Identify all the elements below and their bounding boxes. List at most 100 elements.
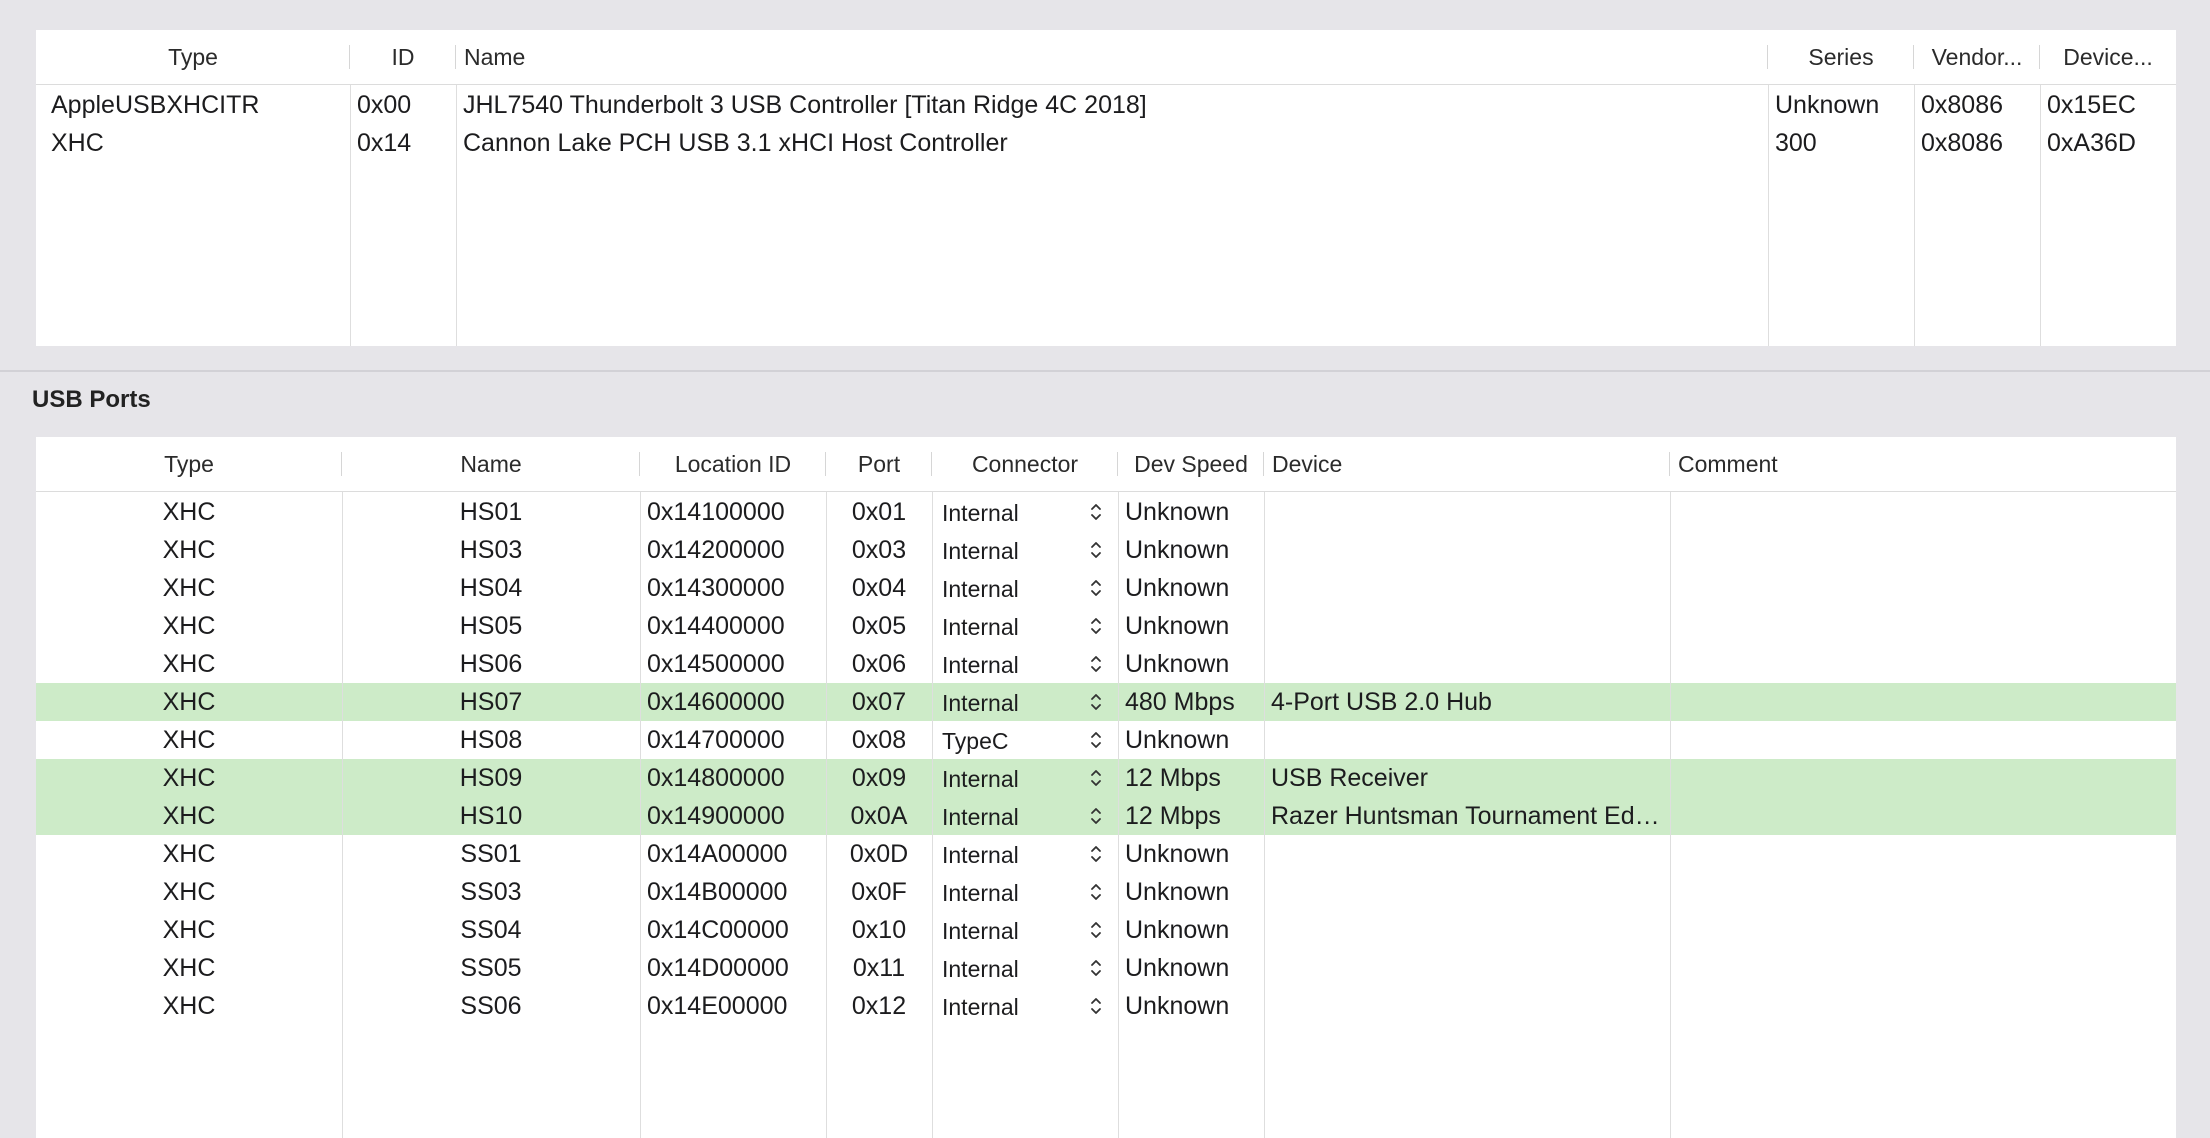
cell-series: 300 bbox=[1775, 129, 1817, 157]
column-header-series[interactable]: Series bbox=[1768, 30, 1914, 84]
cell-comment[interactable] bbox=[1670, 797, 2176, 835]
table-row[interactable]: AppleUSBXHCITR 0x00 JHL7540 Thunderbolt … bbox=[36, 86, 2176, 124]
connector-popup[interactable]: Internal bbox=[932, 949, 1118, 987]
table-row[interactable]: XHC 0x14 Cannon Lake PCH USB 3.1 xHCI Ho… bbox=[36, 124, 2176, 162]
cell-name: HS08 bbox=[459, 726, 523, 754]
connector-popup[interactable]: Internal bbox=[932, 759, 1118, 797]
connector-value: Internal bbox=[942, 652, 1019, 678]
connector-popup[interactable]: Internal bbox=[932, 569, 1118, 607]
cell-dev-speed: Unknown bbox=[1125, 878, 1230, 906]
cell-location-id: 0x14400000 bbox=[647, 612, 785, 640]
connector-value: Internal bbox=[942, 842, 1019, 868]
column-header-vendor[interactable]: Vendor... bbox=[1914, 30, 2040, 84]
column-header-port[interactable]: Port bbox=[826, 437, 932, 491]
cell-location-id: 0x14B00000 bbox=[647, 878, 788, 906]
connector-value: Internal bbox=[942, 766, 1019, 792]
cell-comment[interactable] bbox=[1670, 493, 2176, 531]
connector-popup[interactable]: Internal bbox=[932, 645, 1118, 683]
cell-comment[interactable] bbox=[1670, 759, 2176, 797]
column-header-type[interactable]: Type bbox=[36, 30, 350, 84]
column-header-device[interactable]: Device... bbox=[2040, 30, 2176, 84]
connector-popup[interactable]: Internal bbox=[932, 873, 1118, 911]
column-header-id[interactable]: ID bbox=[350, 30, 456, 84]
cell-comment[interactable] bbox=[1670, 911, 2176, 949]
cell-location-id: 0x14200000 bbox=[647, 536, 785, 564]
column-header-connector[interactable]: Connector bbox=[932, 437, 1118, 491]
connector-popup[interactable]: Internal bbox=[932, 797, 1118, 835]
table-row[interactable]: XHC SS06 0x14E00000 0x12 Unknown Internal bbox=[36, 987, 2176, 1025]
table-row[interactable]: XHC HS06 0x14500000 0x06 Unknown Internal bbox=[36, 645, 2176, 683]
table-row[interactable]: XHC HS05 0x14400000 0x05 Unknown Internal bbox=[36, 607, 2176, 645]
cell-port: 0x11 bbox=[852, 954, 906, 982]
cell-name: SS04 bbox=[460, 916, 522, 944]
cell-type: XHC bbox=[162, 536, 216, 564]
connector-popup[interactable]: Internal bbox=[932, 911, 1118, 949]
cell-type: AppleUSBXHCITR bbox=[51, 91, 260, 119]
column-divider bbox=[826, 492, 827, 1138]
table-row[interactable]: XHC SS05 0x14D00000 0x11 Unknown Internal bbox=[36, 949, 2176, 987]
table-row[interactable]: XHC HS03 0x14200000 0x03 Unknown Internal bbox=[36, 531, 2176, 569]
column-header-name[interactable]: Name bbox=[342, 437, 640, 491]
cell-comment[interactable] bbox=[1670, 569, 2176, 607]
cell-type: XHC bbox=[162, 688, 216, 716]
table-row[interactable]: XHC HS01 0x14100000 0x01 Unknown Internal bbox=[36, 493, 2176, 531]
column-header-type[interactable]: Type bbox=[36, 437, 342, 491]
cell-type: XHC bbox=[162, 840, 216, 868]
column-header-comment[interactable]: Comment bbox=[1670, 437, 2176, 491]
usb-ports-table-header: Type Name Location ID Port Connector Dev… bbox=[36, 437, 2176, 492]
cell-comment[interactable] bbox=[1670, 531, 2176, 569]
cell-comment[interactable] bbox=[1670, 873, 2176, 911]
table-row[interactable]: XHC HS10 0x14900000 0x0A 12 Mbps Razer Huntsm… bbox=[36, 797, 2176, 835]
column-header-location-id[interactable]: Location ID bbox=[640, 437, 826, 491]
cell-location-id: 0x14500000 bbox=[647, 650, 785, 678]
chevron-up-down-icon bbox=[1091, 504, 1101, 520]
cell-device: 0xA36D bbox=[2047, 129, 2136, 157]
table-row[interactable]: XHC HS07 0x14600000 0x07 480 Mbps 4-Port USB … bbox=[36, 683, 2176, 721]
connector-popup[interactable]: Internal bbox=[932, 683, 1118, 721]
cell-name: SS06 bbox=[460, 992, 522, 1020]
chevron-up-down-icon bbox=[1091, 960, 1101, 976]
connector-value: Internal bbox=[942, 804, 1019, 830]
connector-value: Internal bbox=[942, 956, 1019, 982]
controllers-table[interactable]: Type ID Name Series Vendor... Device... … bbox=[36, 30, 2176, 346]
cell-device: Razer Huntsman Tournament Edi… bbox=[1271, 802, 1666, 830]
cell-device bbox=[1264, 987, 1670, 1025]
connector-popup[interactable]: Internal bbox=[932, 531, 1118, 569]
column-header-name[interactable]: Name bbox=[456, 30, 1768, 84]
table-row[interactable]: XHC HS09 0x14800000 0x09 12 Mbps USB Receiver… bbox=[36, 759, 2176, 797]
cell-name: Cannon Lake PCH USB 3.1 xHCI Host Contro… bbox=[463, 129, 1008, 157]
cell-type: XHC bbox=[162, 878, 216, 906]
cell-type: XHC bbox=[162, 916, 216, 944]
connector-popup[interactable]: Internal bbox=[932, 835, 1118, 873]
cell-comment[interactable] bbox=[1670, 607, 2176, 645]
connector-popup[interactable]: Internal bbox=[932, 493, 1118, 531]
table-row[interactable]: XHC SS04 0x14C00000 0x10 Unknown Internal bbox=[36, 911, 2176, 949]
connector-popup[interactable]: Internal bbox=[932, 987, 1118, 1025]
connector-value: Internal bbox=[942, 500, 1019, 526]
column-header-device[interactable]: Device bbox=[1264, 437, 1670, 491]
chevron-up-down-icon bbox=[1091, 542, 1101, 558]
cell-id: 0x00 bbox=[357, 91, 412, 119]
cell-location-id: 0x14D00000 bbox=[647, 954, 789, 982]
cell-dev-speed: Unknown bbox=[1125, 574, 1230, 602]
cell-comment[interactable] bbox=[1670, 987, 2176, 1025]
cell-comment[interactable] bbox=[1670, 835, 2176, 873]
usb-ports-table-body: XHC HS01 0x14100000 0x01 Unknown Internal XHC H… bbox=[36, 493, 2176, 1138]
cell-dev-speed: 480 Mbps bbox=[1125, 688, 1235, 716]
cell-comment[interactable] bbox=[1670, 721, 2176, 759]
table-row[interactable]: XHC SS01 0x14A00000 0x0D Unknown Internal bbox=[36, 835, 2176, 873]
column-header-dev-speed[interactable]: Dev Speed bbox=[1118, 437, 1264, 491]
cell-comment[interactable] bbox=[1670, 645, 2176, 683]
cell-dev-speed: Unknown bbox=[1125, 916, 1230, 944]
table-row[interactable]: XHC HS08 0x14700000 0x08 Unknown TypeC bbox=[36, 721, 2176, 759]
cell-comment[interactable] bbox=[1670, 683, 2176, 721]
table-row[interactable]: XHC SS03 0x14B00000 0x0F Unknown Internal bbox=[36, 873, 2176, 911]
cell-type: XHC bbox=[162, 650, 216, 678]
connector-popup[interactable]: Internal bbox=[932, 607, 1118, 645]
cell-location-id: 0x14900000 bbox=[647, 802, 785, 830]
cell-comment[interactable] bbox=[1670, 949, 2176, 987]
usb-ports-table[interactable]: Type Name Location ID Port Connector Dev… bbox=[36, 437, 2176, 1138]
cell-dev-speed: Unknown bbox=[1125, 612, 1230, 640]
table-row[interactable]: XHC HS04 0x14300000 0x04 Unknown Internal bbox=[36, 569, 2176, 607]
connector-popup[interactable]: TypeC bbox=[932, 721, 1118, 759]
